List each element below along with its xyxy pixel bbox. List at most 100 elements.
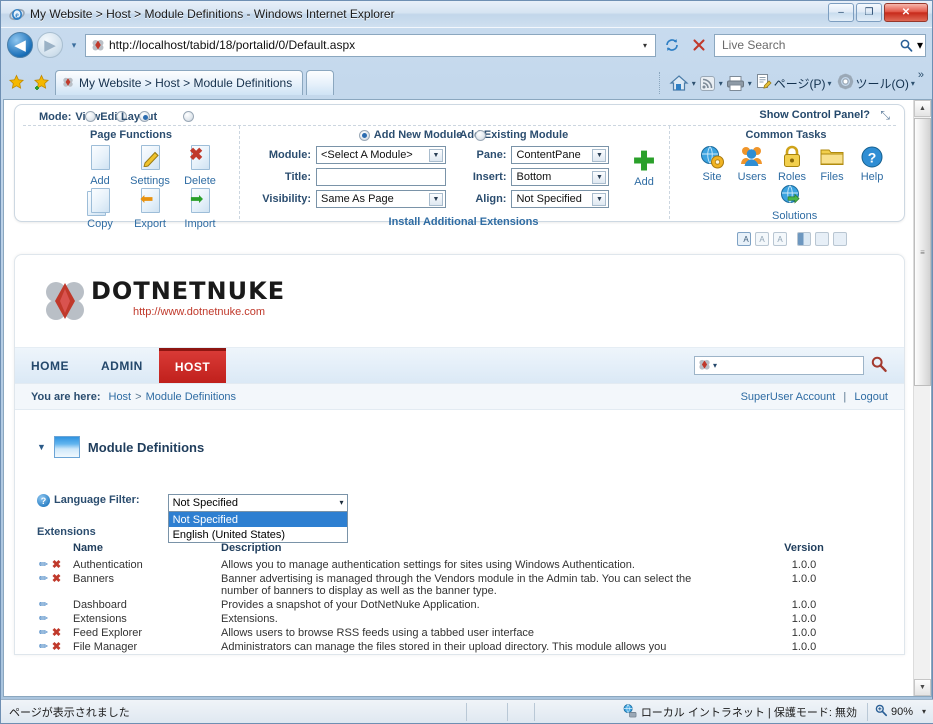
- breadcrumb-item-host[interactable]: Host: [109, 391, 132, 403]
- maximize-button[interactable]: ❐: [856, 3, 882, 22]
- extension-name[interactable]: Authentication: [73, 558, 221, 572]
- mode-option-layout[interactable]: Layout: [121, 111, 157, 123]
- mode-option-edit[interactable]: Edit: [100, 111, 128, 123]
- common-task-files[interactable]: Files: [812, 144, 852, 183]
- logout-link[interactable]: Logout: [854, 391, 888, 403]
- pencil-icon[interactable]: ✏: [37, 641, 50, 653]
- font-size-large-button[interactable]: A: [773, 232, 787, 246]
- refresh-button[interactable]: [660, 34, 683, 57]
- search-dropdown-caret[interactable]: ▾: [917, 38, 923, 52]
- align-select-caret[interactable]: ▼: [592, 193, 607, 206]
- zoom-control[interactable]: 90% ▾: [868, 703, 932, 720]
- page-function-delete[interactable]: ✖ Delete: [175, 144, 225, 187]
- site-search-caret[interactable]: ▾: [713, 361, 717, 370]
- address-dropdown-caret[interactable]: ▾: [637, 41, 653, 50]
- table-row[interactable]: ✏ Dashboard Provides a snapshot of your …: [37, 598, 892, 612]
- language-filter-select[interactable]: Not Specified ▾: [167, 494, 348, 512]
- page-function-copy-label[interactable]: Copy: [75, 218, 125, 230]
- insert-select-caret[interactable]: ▼: [592, 171, 607, 184]
- mode-option-view[interactable]: View: [75, 111, 100, 123]
- layout-light-button[interactable]: [815, 232, 829, 246]
- site-search-input[interactable]: ▾: [694, 356, 864, 375]
- superuser-account-link[interactable]: SuperUser Account: [741, 391, 836, 403]
- mode-layout-radio[interactable]: [139, 111, 151, 122]
- table-row[interactable]: ✏ ✖ File Manager Administrators can manag…: [37, 640, 892, 654]
- back-button[interactable]: ◀: [7, 32, 33, 58]
- page-function-add-label[interactable]: Add: [75, 175, 125, 187]
- font-size-small-button[interactable]: A: [737, 232, 751, 246]
- page-function-export[interactable]: ⬅ Export: [125, 187, 175, 230]
- search-icon[interactable]: [897, 34, 917, 57]
- favorites-star-icon[interactable]: [5, 69, 27, 95]
- pane-select-caret[interactable]: ▼: [592, 149, 607, 162]
- page-function-add[interactable]: Add: [75, 144, 125, 187]
- security-zone[interactable]: ローカル イントラネット | 保護モード: 無効: [622, 703, 857, 721]
- help-icon[interactable]: ?: [37, 494, 50, 507]
- language-filter-caret[interactable]: ▾: [340, 498, 344, 507]
- pane-select[interactable]: ContentPane ▼: [511, 146, 610, 164]
- green-plus-icon[interactable]: ✚: [633, 146, 655, 176]
- feeds-caret[interactable]: ▾: [719, 79, 723, 88]
- search-input[interactable]: Live Search: [717, 38, 897, 52]
- add-module-label[interactable]: Add: [619, 176, 669, 188]
- install-extensions-link[interactable]: Install Additional Extensions: [389, 216, 539, 228]
- scroll-down-button[interactable]: ▼: [914, 679, 931, 696]
- language-filter-dropdown[interactable]: Not Specified ▾ Not Specified English (U…: [167, 494, 348, 543]
- pencil-icon[interactable]: ✏: [37, 573, 50, 585]
- print-caret[interactable]: ▾: [748, 79, 752, 88]
- page-function-import[interactable]: ➡ Import: [175, 187, 225, 230]
- title-input[interactable]: [316, 168, 446, 186]
- home-caret[interactable]: ▾: [692, 79, 696, 88]
- common-task-solutions-label[interactable]: Solutions: [772, 210, 817, 222]
- tools-menu-caret[interactable]: ▾: [911, 79, 915, 88]
- new-tab-button[interactable]: [306, 70, 335, 95]
- page-function-settings-label[interactable]: Settings: [125, 175, 175, 187]
- pencil-icon[interactable]: ✏: [37, 627, 50, 639]
- extension-name[interactable]: Feed Explorer: [73, 626, 221, 640]
- common-task-help[interactable]: ? Help: [852, 144, 892, 183]
- pencil-icon[interactable]: ✏: [37, 613, 50, 625]
- scrollbar-thumb[interactable]: ≡: [914, 118, 931, 386]
- stop-button[interactable]: [687, 34, 710, 57]
- home-button[interactable]: [667, 72, 691, 94]
- visibility-select[interactable]: Same As Page ▼: [316, 190, 446, 208]
- table-row[interactable]: ✏ ✖ Feed Explorer Allows users to browse …: [37, 626, 892, 640]
- mode-extra-radio[interactable]: [183, 111, 195, 122]
- page-menu-button[interactable]: ページ(P) ▾: [753, 71, 834, 95]
- nav-item-admin[interactable]: ADMIN: [85, 348, 159, 383]
- nav-item-host[interactable]: HOST: [158, 348, 227, 383]
- align-select[interactable]: Not Specified ▼: [511, 190, 610, 208]
- font-size-medium-button[interactable]: A: [755, 232, 769, 246]
- add-new-module-radio[interactable]: [358, 129, 370, 141]
- forward-button[interactable]: ▶: [37, 32, 63, 58]
- zoom-caret[interactable]: ▾: [922, 707, 926, 716]
- add-existing-module-option[interactable]: Add Existing Module: [459, 129, 568, 141]
- browser-tab[interactable]: My Website > Host > Module Definitions: [55, 70, 304, 95]
- common-task-files-label[interactable]: Files: [812, 171, 852, 183]
- page-function-import-label[interactable]: Import: [175, 218, 225, 230]
- common-task-site-label[interactable]: Site: [692, 171, 732, 183]
- module-select[interactable]: <Select A Module> ▼: [316, 146, 446, 164]
- add-existing-module-radio[interactable]: [475, 129, 487, 141]
- language-filter-options[interactable]: Not Specified English (United States): [167, 512, 348, 543]
- page-function-delete-label[interactable]: Delete: [175, 175, 225, 187]
- extension-name[interactable]: Extensions: [73, 612, 221, 626]
- dnn-logo[interactable]: DOTNETNUKE http://www.dotnetnuke.com: [43, 277, 904, 323]
- language-option-not-specified[interactable]: Not Specified: [168, 512, 347, 527]
- extension-name[interactable]: Banners: [73, 572, 221, 598]
- page-function-export-label[interactable]: Export: [125, 218, 175, 230]
- show-control-panel-link[interactable]: Show Control Panel?: [759, 109, 870, 121]
- scroll-up-button[interactable]: ▲: [914, 100, 931, 117]
- print-button[interactable]: [724, 73, 747, 94]
- extension-name[interactable]: Dashboard: [73, 598, 221, 612]
- search-box[interactable]: Live Search ▾: [714, 33, 926, 57]
- insert-select[interactable]: Bottom ▼: [511, 168, 610, 186]
- common-task-help-label[interactable]: Help: [852, 171, 892, 183]
- common-task-site[interactable]: Site: [692, 144, 732, 183]
- red-x-icon[interactable]: ✖: [50, 559, 63, 571]
- minimize-button[interactable]: –: [828, 3, 854, 22]
- nav-item-home[interactable]: HOME: [15, 348, 85, 383]
- red-x-icon[interactable]: ✖: [50, 627, 63, 639]
- common-task-solutions[interactable]: Solutions: [772, 183, 817, 222]
- visibility-select-caret[interactable]: ▼: [429, 193, 443, 206]
